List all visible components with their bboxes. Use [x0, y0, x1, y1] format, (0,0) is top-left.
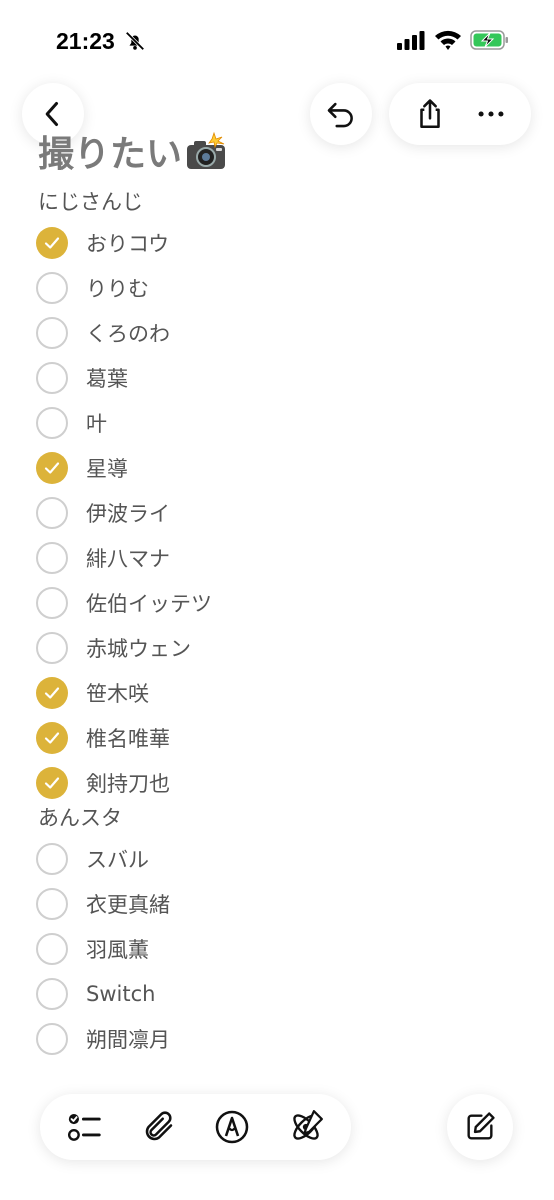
- checkbox-unchecked[interactable]: [36, 843, 68, 875]
- section-heading: あんスタ: [38, 806, 122, 830]
- checkbox-unchecked[interactable]: [36, 587, 68, 619]
- checklist-item: 叶: [36, 403, 107, 443]
- bell-slash-icon: [125, 31, 145, 51]
- checkmark-icon: [44, 777, 60, 789]
- camera-flash-icon: [187, 131, 226, 169]
- paperclip-icon: [145, 1111, 172, 1141]
- checklist-item: 笹木咲: [36, 673, 149, 713]
- checklist-item: 剣持刀也: [36, 763, 170, 803]
- checklist-item: 衣更真緒: [36, 884, 170, 924]
- checklist-item-label[interactable]: りりむ: [86, 273, 149, 303]
- checkbox-unchecked[interactable]: [36, 542, 68, 574]
- checkbox-unchecked[interactable]: [36, 497, 68, 529]
- checkbox-unchecked[interactable]: [36, 978, 68, 1010]
- checkbox-unchecked[interactable]: [36, 1023, 68, 1055]
- chevron-left-icon: [45, 101, 59, 127]
- checkbox-checked[interactable]: [36, 722, 68, 754]
- checklist-item: 椎名唯華: [36, 718, 170, 758]
- checkbox-unchecked[interactable]: [36, 632, 68, 664]
- checklist-item-label[interactable]: 葛葉: [86, 363, 128, 393]
- checklist-item-label[interactable]: 朔間凛月: [86, 1024, 170, 1054]
- writing-tools-button[interactable]: [284, 1105, 328, 1149]
- checklist-item: Switch: [36, 974, 155, 1014]
- checklist-item: 羽風薫: [36, 929, 149, 969]
- bottom-toolbar: [40, 1094, 351, 1160]
- checklist-item: 佐伯イッテツ: [36, 583, 212, 623]
- writing-tools-icon: [293, 1110, 324, 1140]
- pen-icon: [216, 1110, 249, 1144]
- checklist-item-label[interactable]: 赤城ウェン: [86, 633, 191, 663]
- share-icon: [419, 99, 440, 129]
- checklist-item-label[interactable]: おりコウ: [86, 228, 169, 258]
- cellular-signal-icon: [397, 31, 425, 50]
- checklist-item-label[interactable]: 衣更真緒: [86, 889, 170, 919]
- checklist-item: 緋八マナ: [36, 538, 170, 578]
- more-icon: [478, 111, 503, 117]
- undo-icon: [327, 102, 353, 128]
- checkbox-checked[interactable]: [36, 767, 68, 799]
- checkmark-icon: [44, 687, 60, 699]
- checkbox-unchecked[interactable]: [36, 317, 68, 349]
- checklist-item-label[interactable]: 笹木咲: [86, 678, 149, 708]
- checkbox-checked[interactable]: [36, 677, 68, 709]
- checklist-item: 葛葉: [36, 358, 128, 398]
- checklist-item: 赤城ウェン: [36, 628, 191, 668]
- checklist-item: 朔間凛月: [36, 1019, 170, 1059]
- checkbox-unchecked[interactable]: [36, 272, 68, 304]
- undo-button[interactable]: [310, 83, 372, 145]
- share-button[interactable]: [410, 94, 450, 134]
- checkbox-unchecked[interactable]: [36, 888, 68, 920]
- checklist-item-label[interactable]: 羽風薫: [86, 934, 149, 964]
- checklist-item: 星導: [36, 448, 128, 488]
- battery-charging-icon: [470, 30, 508, 50]
- checklist-button[interactable]: [63, 1105, 107, 1149]
- checklist-item-label[interactable]: 叶: [86, 408, 107, 438]
- checklist-item-label[interactable]: 椎名唯華: [86, 723, 170, 753]
- checklist-item-label[interactable]: 剣持刀也: [86, 768, 170, 798]
- checkbox-unchecked[interactable]: [36, 362, 68, 394]
- checklist-item: りりむ: [36, 268, 149, 308]
- checklist-item: 伊波ライ: [36, 493, 170, 533]
- compose-button[interactable]: [447, 1094, 513, 1160]
- status-time: 21:23: [56, 28, 115, 54]
- checkbox-checked[interactable]: [36, 452, 68, 484]
- checklist-item: くろのわ: [36, 313, 170, 353]
- checklist-item-label[interactable]: 伊波ライ: [86, 498, 170, 528]
- checklist-item-label[interactable]: くろのわ: [86, 318, 170, 348]
- wifi-icon: [435, 30, 461, 50]
- note-title-text: 撮りたい: [38, 134, 183, 175]
- markup-button[interactable]: [210, 1105, 254, 1149]
- status-bar: 21:23: [0, 0, 554, 80]
- share-more-group: [389, 83, 531, 145]
- compose-icon: [467, 1112, 495, 1140]
- attachment-button[interactable]: [137, 1105, 181, 1149]
- checklist-item-label[interactable]: 緋八マナ: [86, 543, 170, 573]
- checklist-item-label[interactable]: スバル: [86, 844, 149, 874]
- checkmark-icon: [44, 462, 60, 474]
- checklist-item: スバル: [36, 839, 149, 879]
- section-heading: にじさんじ: [38, 190, 143, 214]
- checkbox-unchecked[interactable]: [36, 407, 68, 439]
- more-button[interactable]: [471, 94, 511, 134]
- checklist-icon: [67, 1114, 101, 1141]
- checkbox-unchecked[interactable]: [36, 933, 68, 965]
- checklist-item: おりコウ: [36, 223, 169, 263]
- checkmark-icon: [44, 732, 60, 744]
- checklist-item-label[interactable]: Switch: [86, 982, 155, 1006]
- checkmark-icon: [44, 237, 60, 249]
- checklist-item-label[interactable]: 佐伯イッテツ: [86, 588, 212, 618]
- note-title[interactable]: 撮りたい: [38, 126, 228, 176]
- checkbox-checked[interactable]: [36, 227, 68, 259]
- checklist-item-label[interactable]: 星導: [86, 453, 128, 483]
